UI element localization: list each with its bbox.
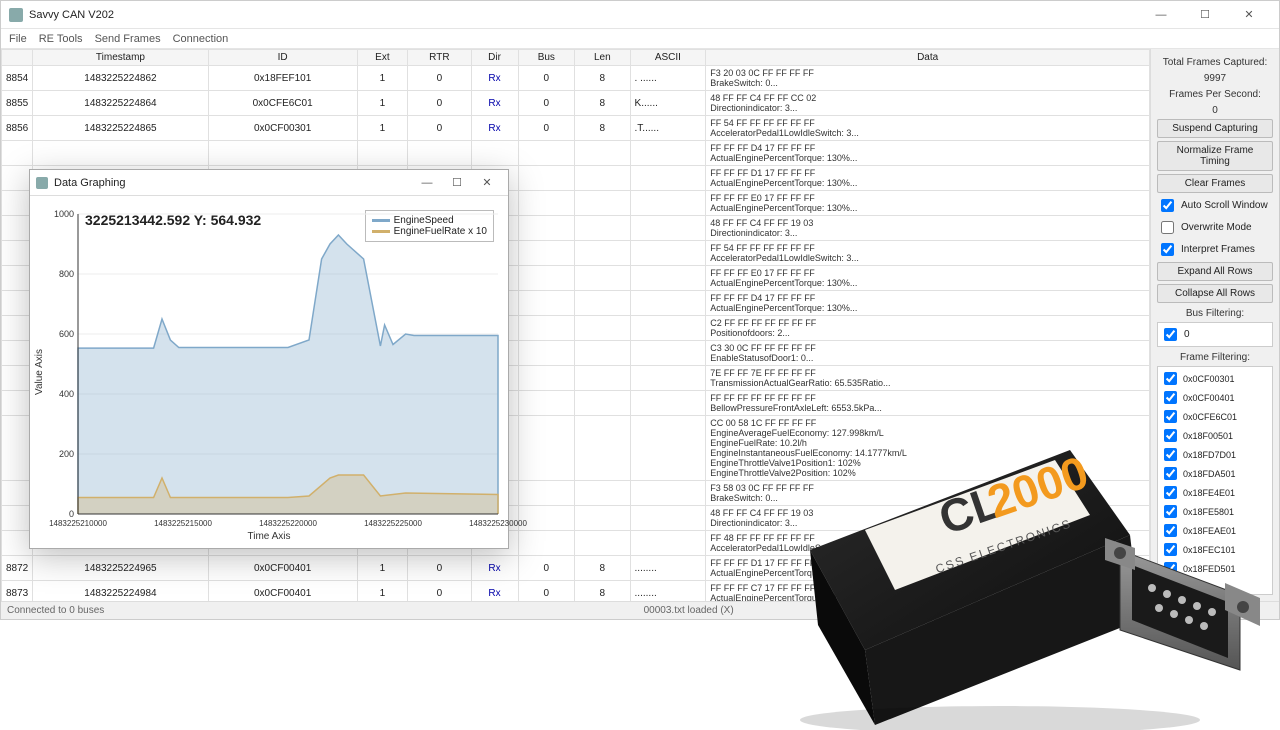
maximize-button[interactable]: ☐ [1183,1,1227,29]
collapse-button[interactable]: Collapse All Rows [1157,284,1273,303]
chart-area: 3225213442.592 Y: 564.932 EngineSpeed En… [30,196,508,548]
menubar: File RE Tools Send Frames Connection [1,29,1279,49]
statusbar: Connected to 0 buses 00003.txt loaded (X… [1,601,1279,619]
col-data[interactable]: Data [706,50,1150,66]
svg-text:600: 600 [59,329,74,339]
table-row[interactable]: 885614832252248650x0CF0030110Rx08.T.....… [2,116,1150,141]
bus0-check[interactable]: 0 [1160,325,1270,344]
status-left: Connected to 0 buses [7,605,104,616]
interpret-check[interactable]: Interpret Frames [1157,240,1273,259]
col-dir[interactable]: Dir [471,50,518,66]
svg-text:1000: 1000 [54,209,74,219]
close-button[interactable]: ✕ [1227,1,1271,29]
table-row[interactable]: 887214832252249650x0CF0040110Rx08.......… [2,556,1150,581]
graph-window[interactable]: Data Graphing — ☐ ✕ 3225213442.592 Y: 56… [29,169,509,549]
menu-connection[interactable]: Connection [173,33,229,45]
minimize-button[interactable]: — [1139,1,1183,29]
svg-text:1483225230000: 1483225230000 [469,519,527,528]
framefilter-label: Frame Filtering: [1157,352,1273,363]
clear-button[interactable]: Clear Frames [1157,174,1273,193]
table-row[interactable]: 885414832252248620x18FEF10110Rx08. .....… [2,66,1150,91]
menu-file[interactable]: File [9,33,27,45]
tfc-value: 9997 [1157,73,1273,84]
y-axis-label: Value Axis [34,349,45,395]
titlebar: Savvy CAN V202 — ☐ ✕ [1,1,1279,29]
col-bus[interactable]: Bus [518,50,575,66]
filter-item[interactable]: 0x18F00501 [1160,426,1270,445]
col-id[interactable]: ID [208,50,357,66]
status-mid: 00003.txt loaded (X) [644,605,734,616]
table-row[interactable]: 885514832252248640x0CFE6C0110Rx08K......… [2,91,1150,116]
col-timestamp[interactable]: Timestamp [33,50,208,66]
col-ascii[interactable]: ASCII [630,50,706,66]
filter-item[interactable]: 0x18FE4E01 [1160,483,1270,502]
framefilter-list[interactable]: 0x0CF003010x0CF004010x0CFE6C010x18F00501… [1157,366,1273,595]
overwrite-check[interactable]: Overwrite Mode [1157,218,1273,237]
svg-text:1483225215000: 1483225215000 [154,519,212,528]
graph-titlebar[interactable]: Data Graphing — ☐ ✕ [30,170,508,196]
normalize-button[interactable]: Normalize Frame Timing [1157,141,1273,171]
suspend-button[interactable]: Suspend Capturing [1157,119,1273,138]
table-row[interactable]: FF FF FF D4 17 FF FF FF ActualEnginePerc… [2,141,1150,166]
svg-text:1483225210000: 1483225210000 [49,519,107,528]
x-axis-label: Time Axis [30,531,508,542]
main-window: Savvy CAN V202 — ☐ ✕ File RE Tools Send … [0,0,1280,620]
col-rtr[interactable]: RTR [408,50,471,66]
busfilter-box: 0 [1157,322,1273,347]
fps-value: 0 [1157,105,1273,116]
frames-pane: TimestampIDExtRTRDirBusLenASCIIData 8854… [1,49,1151,601]
svg-text:0: 0 [69,509,74,519]
graph-minimize-button[interactable]: — [412,170,442,196]
graph-title: Data Graphing [54,177,126,189]
svg-text:1483225225000: 1483225225000 [364,519,422,528]
chart-canvas[interactable]: 0200400600800100014832252100001483225215… [78,214,498,514]
filter-item[interactable]: 0x0CFE6C01 [1160,407,1270,426]
filter-item[interactable]: 0x18FDA501 [1160,464,1270,483]
filter-item[interactable]: 0x18FED501 [1160,559,1270,578]
filter-item[interactable]: 0x18FEAE01 [1160,521,1270,540]
busfilter-label: Bus Filtering: [1157,308,1273,319]
graph-maximize-button[interactable]: ☐ [442,170,472,196]
table-row[interactable]: 887314832252249840x0CF0040110Rx08.......… [2,581,1150,602]
side-panel: Total Frames Captured: 9997 Frames Per S… [1151,49,1279,601]
chart-readout: 3225213442.592 Y: 564.932 [85,212,261,228]
filter-item[interactable]: 0x18FEC101 [1160,540,1270,559]
col-len[interactable]: Len [575,50,630,66]
svg-text:800: 800 [59,269,74,279]
svg-text:400: 400 [59,389,74,399]
filter-item[interactable]: 0x0CF00301 [1160,369,1270,388]
menu-sendframes[interactable]: Send Frames [95,33,161,45]
graph-icon [36,177,48,189]
autoscroll-check[interactable]: Auto Scroll Window [1157,196,1273,215]
expand-button[interactable]: Expand All Rows [1157,262,1273,281]
window-title: Savvy CAN V202 [29,9,114,21]
filter-item[interactable]: 0x0CF00401 [1160,388,1270,407]
filter-item[interactable]: 0x18FE5801 [1160,502,1270,521]
menu-retools[interactable]: RE Tools [39,33,83,45]
filter-item[interactable]: 0x18FD7D01 [1160,445,1270,464]
tfc-label: Total Frames Captured: [1157,57,1273,68]
svg-text:1483225220000: 1483225220000 [259,519,317,528]
col-ext[interactable]: Ext [357,50,408,66]
svg-text:200: 200 [59,449,74,459]
graph-close-button[interactable]: ✕ [472,170,502,196]
app-icon [9,8,23,22]
fps-label: Frames Per Second: [1157,89,1273,100]
